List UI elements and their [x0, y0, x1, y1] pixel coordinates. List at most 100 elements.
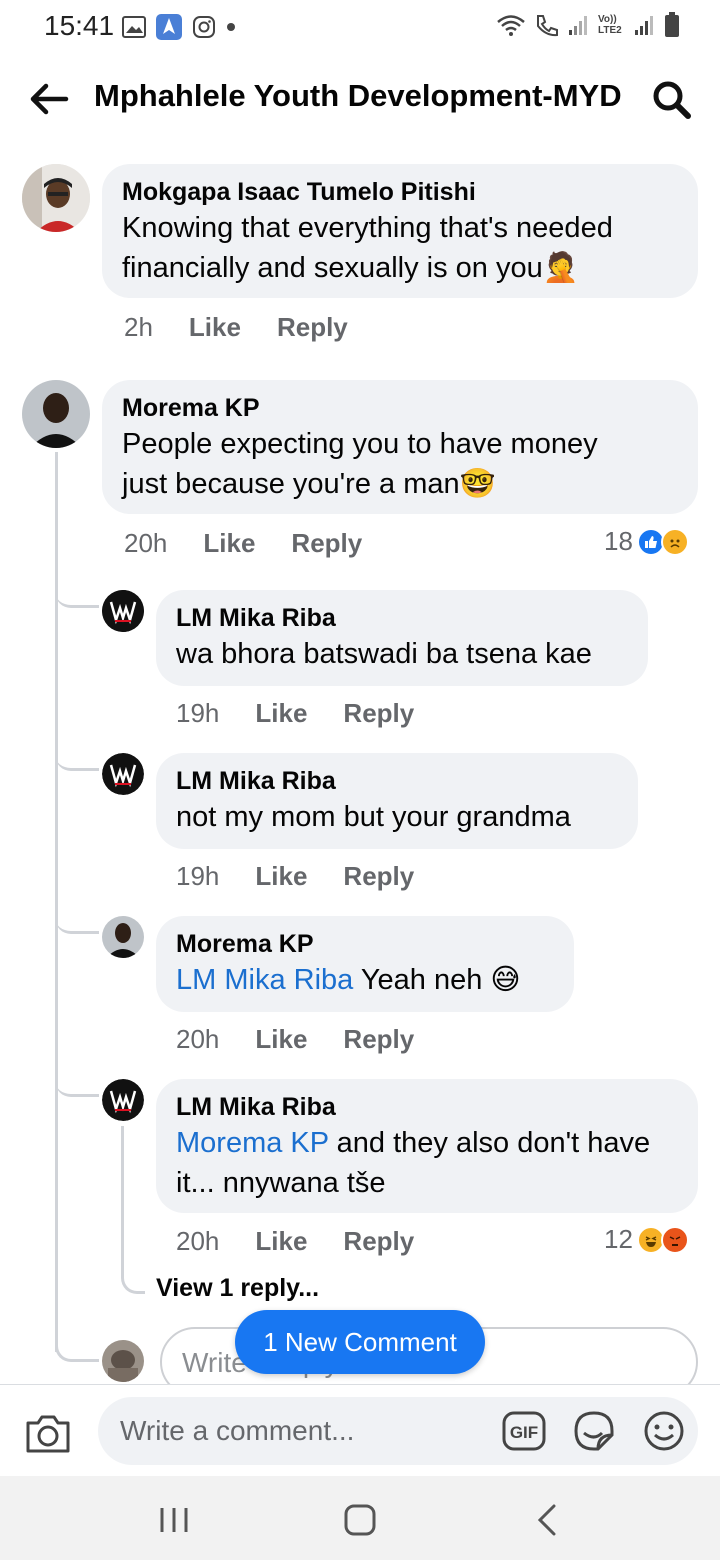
camera-icon[interactable] [24, 1411, 72, 1455]
mention-link[interactable]: Morema KP [176, 1127, 329, 1159]
avatar[interactable] [102, 590, 144, 632]
reply-button[interactable]: Reply [343, 1226, 414, 1257]
search-icon[interactable] [650, 78, 694, 122]
comment-author[interactable]: LM Mika Riba [176, 1091, 678, 1123]
like-button[interactable]: Like [255, 1024, 307, 1055]
reaction-count: 18 [604, 526, 633, 556]
comment-text: it... nnywana tše [176, 1167, 386, 1199]
reaction-summary[interactable]: 18 [604, 526, 689, 557]
thread-connector [55, 904, 99, 934]
reply-actions: 20h Like Reply [176, 1226, 414, 1257]
comment-bubble[interactable]: Morema KP People expecting you to have m… [102, 380, 698, 514]
comment-placeholder: Write a comment... [120, 1415, 355, 1446]
signal-icon [569, 16, 587, 35]
comment-bubble[interactable]: Mokgapa Isaac Tumelo Pitishi Knowing tha… [102, 164, 698, 298]
avatar[interactable] [102, 1079, 144, 1121]
back-nav-icon[interactable] [528, 1500, 568, 1540]
avatar[interactable] [102, 916, 144, 958]
comment-author[interactable]: Morema KP [122, 392, 678, 424]
svg-text:GIF: GIF [510, 1423, 538, 1442]
notification-icons [122, 14, 236, 40]
app-icon [156, 14, 182, 40]
comment-text: financially and sexually is on you🤦 [122, 252, 579, 284]
page-title: Mphahlele Youth Development-MYD [94, 78, 622, 113]
avatar[interactable] [102, 753, 144, 795]
comment-author[interactable]: Morema KP [176, 928, 554, 960]
angry-icon [660, 1225, 689, 1254]
reply-bubble[interactable]: LM Mika Riba not my mom but your grandma [156, 753, 638, 849]
volte-icon: Vo)) LTE2 [598, 14, 622, 36]
home-icon[interactable] [340, 1500, 380, 1540]
comment-time: 2h [124, 312, 153, 342]
comment-input[interactable]: Write a comment... GIF [98, 1397, 698, 1465]
view-replies-link[interactable]: View 1 reply... [156, 1274, 319, 1303]
reply-button[interactable]: Reply [343, 1024, 414, 1055]
reply-bubble[interactable]: LM Mika Riba Morema KP and they also don… [156, 1079, 698, 1213]
comment-text: wa bhora batswadi ba tsena kae [176, 638, 592, 670]
reply-button[interactable]: Reply [291, 528, 362, 559]
call-icon [537, 15, 558, 37]
facepalm-emoji: 🤦 [542, 252, 579, 284]
reaction-count: 12 [604, 1224, 633, 1254]
comment-author[interactable]: LM Mika Riba [176, 765, 618, 797]
system-nav-bar [0, 1476, 720, 1560]
comment-time: 20h [176, 1024, 220, 1054]
like-button[interactable]: Like [189, 312, 241, 343]
recent-apps-icon[interactable] [154, 1500, 194, 1540]
comment-actions: 2h Like Reply [124, 312, 348, 343]
comment-text: just because you're a man🤓 [122, 468, 496, 500]
system-icons: Vo)) LTE2 [496, 12, 680, 38]
thread-connector [55, 1330, 99, 1362]
comment-actions: 20h Like Reply [124, 528, 362, 559]
back-arrow-icon[interactable] [26, 76, 72, 122]
gif-icon[interactable]: GIF [502, 1411, 546, 1451]
wifi-icon [497, 15, 525, 36]
new-comment-pill[interactable]: 1 New Comment [235, 1310, 485, 1374]
sweat-smile-emoji: 😅 [490, 964, 521, 996]
like-button[interactable]: Like [255, 698, 307, 729]
comment-text: LM Mika Riba Yeah neh 😅 [176, 964, 521, 996]
thread-connector [55, 578, 99, 608]
reply-actions: 19h Like Reply [176, 698, 414, 729]
reply-bubble[interactable]: Morema KP LM Mika Riba Yeah neh 😅 [156, 916, 574, 1012]
reply-button[interactable]: Reply [343, 861, 414, 892]
avatar[interactable] [22, 164, 90, 232]
instagram-icon [193, 16, 215, 38]
comment-text: Morema KP and they also don't have [176, 1127, 651, 1159]
thread-connector [55, 1067, 99, 1097]
gallery-icon [122, 16, 146, 38]
status-bar: 15:41 Vo)) LTE2 [0, 0, 720, 56]
comment-text: Knowing that everything that's needed [122, 212, 613, 244]
thread-connector [55, 741, 99, 771]
reply-button[interactable]: Reply [343, 698, 414, 729]
nerd-emoji: 🤓 [459, 468, 496, 500]
comment-author[interactable]: LM Mika Riba [176, 602, 628, 634]
reply-bubble[interactable]: LM Mika Riba wa bhora batswadi ba tsena … [156, 590, 648, 686]
comment-time: 19h [176, 861, 220, 891]
mention-link[interactable]: LM Mika Riba [176, 964, 353, 996]
comment-author[interactable]: Mokgapa Isaac Tumelo Pitishi [122, 176, 678, 208]
sad-icon [660, 527, 689, 556]
sticker-icon[interactable] [572, 1409, 616, 1453]
reply-actions: 19h Like Reply [176, 861, 414, 892]
like-button[interactable]: Like [255, 1226, 307, 1257]
avatar[interactable] [22, 380, 90, 448]
battery-icon [665, 12, 679, 37]
app-header: Mphahlele Youth Development-MYD [0, 56, 720, 142]
comment-text: People expecting you to have money [122, 428, 598, 460]
emoji-icon[interactable] [642, 1409, 686, 1453]
comment-text: not my mom but your grandma [176, 801, 571, 833]
reaction-summary[interactable]: 12 [604, 1224, 689, 1255]
reply-actions: 20h Like Reply [176, 1024, 414, 1055]
comment-composer: Write a comment... GIF [0, 1384, 720, 1476]
like-button[interactable]: Like [203, 528, 255, 559]
comment-time: 20h [124, 528, 168, 558]
reply-button[interactable]: Reply [277, 312, 348, 343]
like-button[interactable]: Like [255, 861, 307, 892]
avatar [102, 1340, 144, 1382]
comment-time: 20h [176, 1226, 220, 1256]
signal-icon [635, 16, 653, 35]
comment-time: 19h [176, 698, 220, 728]
dot-icon [227, 23, 235, 31]
nested-thread-connector [121, 1126, 145, 1294]
